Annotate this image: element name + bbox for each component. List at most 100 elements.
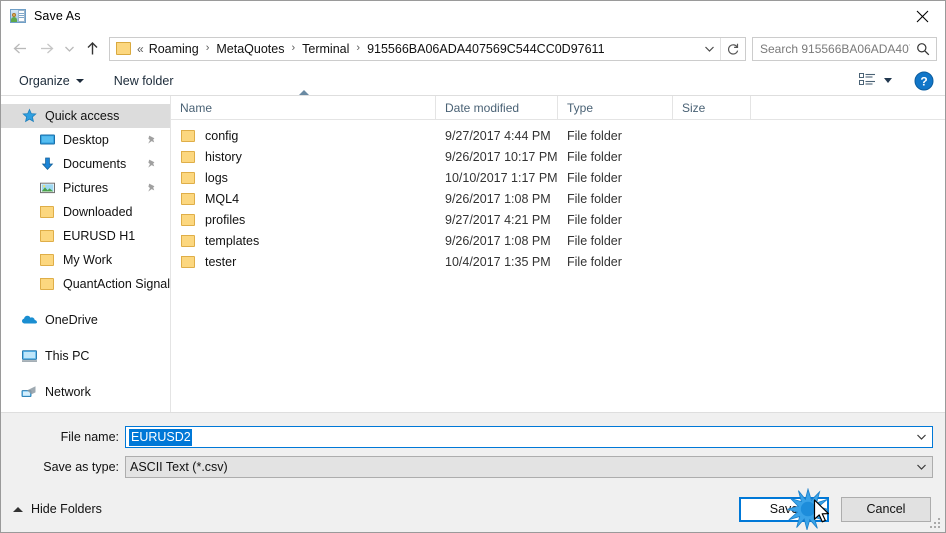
breadcrumb-item-terminal[interactable]: Terminal xyxy=(299,41,352,57)
file-type-cell: File folder xyxy=(567,191,622,206)
sidebar-item-my-work[interactable]: My Work xyxy=(1,248,170,272)
breadcrumb-item-roaming[interactable]: Roaming xyxy=(146,41,202,57)
organize-button[interactable]: Organize xyxy=(15,69,88,93)
resize-grip-icon[interactable] xyxy=(930,518,942,530)
table-row[interactable]: tester 10/4/2017 1:35 PM File folder xyxy=(171,251,945,272)
file-type-cell: File folder xyxy=(567,170,622,185)
breadcrumb-item-metaquotes[interactable]: MetaQuotes xyxy=(213,41,287,57)
table-row[interactable]: logs 10/10/2017 1:17 PM File folder xyxy=(171,167,945,188)
organize-label: Organize xyxy=(19,73,70,88)
sidebar-item-onedrive[interactable]: OneDrive xyxy=(1,308,170,332)
recent-locations-chevron-down-icon[interactable] xyxy=(59,36,79,62)
breadcrumb-item-current-folder[interactable]: 915566BA06ADA407569C544CC0D97611 xyxy=(364,41,607,57)
cancel-button[interactable]: Cancel xyxy=(841,496,931,522)
column-header-label: Size xyxy=(682,100,706,115)
window-title: Save As xyxy=(34,9,81,23)
pin-icon[interactable] xyxy=(146,134,157,145)
sidebar-group-spacer xyxy=(1,368,170,380)
sidebar-item-eurusd-h1[interactable]: EURUSD H1 xyxy=(1,224,170,248)
svg-text:?: ? xyxy=(920,74,927,88)
save-as-type-select[interactable]: ASCII Text (*.csv) xyxy=(125,456,933,478)
sidebar-item-desktop[interactable]: Desktop xyxy=(1,128,170,152)
file-date-cell: 9/26/2017 1:08 PM xyxy=(445,233,551,248)
column-header-date-modified[interactable]: Date modified xyxy=(436,96,558,119)
file-name-input[interactable]: EURUSD2 xyxy=(125,426,933,448)
column-header-label: Type xyxy=(567,100,594,115)
save-button-label: Save xyxy=(769,502,799,516)
column-header-type[interactable]: Type xyxy=(558,96,673,119)
search-icon[interactable] xyxy=(910,38,936,60)
close-icon[interactable] xyxy=(899,1,945,31)
sidebar-item-pictures[interactable]: Pictures xyxy=(1,176,170,200)
column-header-size[interactable]: Size xyxy=(673,96,751,119)
sidebar-item-label: Documents xyxy=(63,157,127,171)
file-name-value: EURUSD2 xyxy=(129,428,192,446)
new-folder-label: New folder xyxy=(113,73,174,88)
sidebar-item-downloaded[interactable]: Downloaded xyxy=(1,200,170,224)
file-date-cell: 9/27/2017 4:44 PM xyxy=(445,128,551,143)
save-button[interactable]: Save xyxy=(739,496,829,522)
pin-icon[interactable] xyxy=(146,158,157,169)
breadcrumb-separator-icon: › xyxy=(205,42,210,54)
hide-folders-button[interactable]: Hide Folders xyxy=(13,502,102,516)
folder-icon xyxy=(39,204,56,220)
dialog-footer: Hide Folders Save Cancel xyxy=(1,486,945,532)
sidebar-item-this-pc[interactable]: This PC xyxy=(1,344,170,368)
file-date-cell: 9/26/2017 10:17 PM xyxy=(445,149,558,164)
file-name-label: profiles xyxy=(205,212,246,227)
file-name-cell: logs xyxy=(171,170,436,186)
table-row[interactable]: profiles 9/27/2017 4:21 PM File folder xyxy=(171,209,945,230)
onedrive-cloud-icon xyxy=(21,312,38,328)
caret-down-icon xyxy=(884,78,892,83)
address-bar[interactable]: « Roaming › MetaQuotes › Terminal › 9155… xyxy=(109,36,746,61)
column-header-name[interactable]: Name xyxy=(171,90,436,119)
up-arrow-icon[interactable] xyxy=(79,36,105,62)
title-bar: Save As xyxy=(1,1,945,31)
file-name-label: logs xyxy=(205,170,228,185)
sidebar-item-label: EURUSD H1 xyxy=(63,229,136,243)
file-name-chevron-down-icon[interactable] xyxy=(913,427,930,447)
back-arrow-icon[interactable] xyxy=(7,36,33,62)
file-date-cell: 10/4/2017 1:35 PM xyxy=(445,254,551,269)
file-rows: config 9/27/2017 4:44 PM File folder his… xyxy=(171,120,945,412)
save-as-type-row: Save as type: ASCII Text (*.csv) xyxy=(1,456,945,478)
sidebar-item-documents[interactable]: Documents xyxy=(1,152,170,176)
column-header-label: Date modified xyxy=(445,100,520,115)
new-folder-button[interactable]: New folder xyxy=(110,69,178,93)
refresh-icon[interactable] xyxy=(721,38,745,60)
table-row[interactable]: config 9/27/2017 4:44 PM File folder xyxy=(171,125,945,146)
sidebar-item-quantaction-signal[interactable]: QuantAction Signal xyxy=(1,272,170,296)
folder-icon xyxy=(180,149,197,165)
folder-icon xyxy=(180,254,197,270)
breadcrumb: « Roaming › MetaQuotes › Terminal › 9155… xyxy=(137,41,698,57)
file-name-cell: config xyxy=(171,128,436,144)
file-name-cell: profiles xyxy=(171,212,436,228)
table-row[interactable]: MQL4 9/26/2017 1:08 PM File folder xyxy=(171,188,945,209)
address-chevron-down-icon[interactable] xyxy=(698,38,720,60)
sidebar-item-network[interactable]: Network xyxy=(1,380,170,404)
sidebar-item-label: QuantAction Signal xyxy=(63,277,170,291)
caret-down-icon xyxy=(75,78,84,83)
folder-icon xyxy=(180,128,197,144)
folder-icon xyxy=(180,212,197,228)
search-input[interactable]: Search 915566BA06ADA40756... xyxy=(753,42,910,56)
forward-arrow-icon[interactable] xyxy=(33,36,59,62)
star-icon xyxy=(21,108,38,124)
file-type-cell: File folder xyxy=(567,254,622,269)
view-layout-icon xyxy=(859,72,876,89)
breadcrumb-overflow-icon[interactable]: « xyxy=(137,42,146,56)
pin-icon[interactable] xyxy=(146,182,157,193)
file-name-field-wrap: EURUSD2 xyxy=(125,426,933,448)
sidebar-item-label: OneDrive xyxy=(45,313,98,327)
navigation-bar: « Roaming › MetaQuotes › Terminal › 9155… xyxy=(1,31,945,66)
folder-icon xyxy=(116,41,132,56)
file-name-label: config xyxy=(205,128,239,143)
sidebar-item-quick-access[interactable]: Quick access xyxy=(1,104,170,128)
change-view-button[interactable] xyxy=(856,69,895,93)
table-row[interactable]: templates 9/26/2017 1:08 PM File folder xyxy=(171,230,945,251)
help-question-icon[interactable]: ? xyxy=(913,70,935,92)
save-as-type-chevron-down-icon[interactable] xyxy=(913,457,930,477)
table-row[interactable]: history 9/26/2017 10:17 PM File folder xyxy=(171,146,945,167)
navigation-sidebar: Quick access Desktop Documents Pictures … xyxy=(1,96,171,412)
search-box[interactable]: Search 915566BA06ADA40756... xyxy=(752,36,937,61)
